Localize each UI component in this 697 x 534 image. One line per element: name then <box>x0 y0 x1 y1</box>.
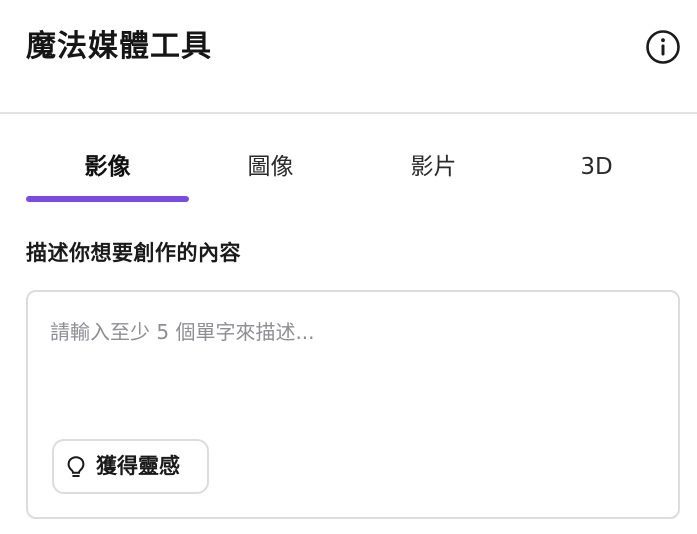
tab-graphic[interactable]: 圖像 <box>189 140 352 200</box>
info-icon <box>646 30 680 64</box>
info-button[interactable] <box>645 29 681 65</box>
prompt-box: 獲得靈感 <box>26 290 680 519</box>
page-title: 魔法媒體工具 <box>26 29 212 64</box>
lightbulb-icon <box>67 456 85 477</box>
active-tab-indicator <box>26 196 189 202</box>
media-type-tabs: 影像 圖像 影片 3D <box>26 140 678 204</box>
get-inspiration-label: 獲得靈感 <box>96 454 180 478</box>
header: 魔法媒體工具 <box>0 0 697 114</box>
tab-image[interactable]: 影像 <box>26 140 189 200</box>
get-inspiration-button[interactable]: 獲得靈感 <box>52 439 209 494</box>
tab-video[interactable]: 影片 <box>352 140 515 200</box>
prompt-input[interactable] <box>50 312 650 352</box>
tab-3d[interactable]: 3D <box>515 140 678 200</box>
prompt-label: 描述你想要創作的內容 <box>26 241 241 265</box>
